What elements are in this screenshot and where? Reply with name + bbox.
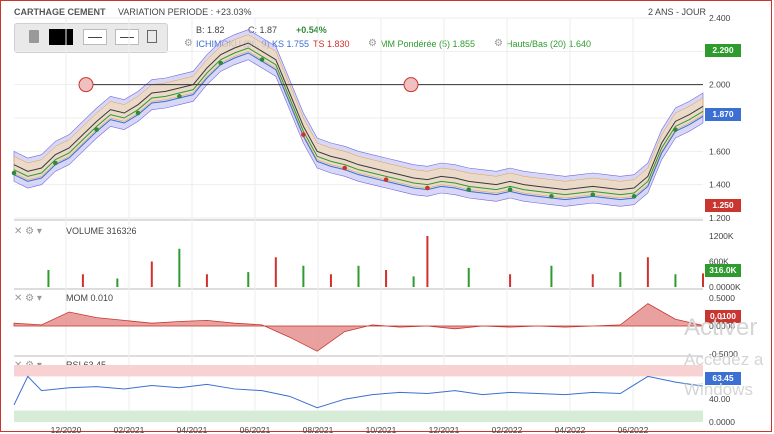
volume-bar: [702, 273, 704, 287]
signal-dot: [507, 187, 513, 192]
x-tick-label: 04/2022: [555, 425, 586, 434]
signal-dot: [673, 127, 678, 132]
chart-svg[interactable]: 12/2020 02/2021 04/2021 06/2021 08/2021 10/20…: [0, 0, 774, 434]
rsi-overbought-zone: [14, 365, 703, 377]
line-handle-right: [403, 77, 419, 93]
x-tick-label: 06/2022: [618, 425, 649, 434]
volume-bar: [646, 257, 649, 287]
rsi-tick-label: 0.0000: [709, 417, 735, 427]
x-tick-label: 10/2021: [366, 425, 397, 434]
volume-bar: [385, 270, 388, 287]
volume-bar: [81, 274, 84, 287]
x-tick-label: 06/2021: [240, 425, 271, 434]
volume-bar: [619, 272, 622, 287]
last-price-badge: 1.870: [705, 108, 741, 121]
volume-bar: [550, 265, 553, 287]
price-tick-label: 1.400: [709, 180, 731, 190]
volume-bar: [178, 248, 181, 287]
low-price-badge: 1.250: [705, 199, 741, 212]
x-tick-label: 08/2021: [303, 425, 334, 434]
watermark-line2: Accédez a: [684, 350, 764, 369]
x-tick-label: 12/2020: [51, 425, 82, 434]
volume-bar: [150, 261, 153, 287]
signal-dot: [549, 194, 554, 199]
signal-dot: [590, 192, 596, 197]
signal-dot: [425, 185, 430, 191]
volume-bar: [412, 276, 415, 287]
volume-bar: [674, 274, 677, 287]
volume-bar: [247, 272, 250, 287]
signal-dot: [11, 170, 17, 176]
line-handle-left: [78, 77, 94, 93]
signal-dot: [466, 187, 472, 192]
signal-dot: [259, 57, 265, 62]
mom-tick-label: 0.5000: [709, 293, 735, 303]
high-price-badge: 2.290: [705, 44, 741, 57]
volume-badge: 316.0K: [705, 264, 741, 277]
x-tick-label: 02/2021: [114, 425, 145, 434]
price-tick-label: 2.000: [709, 80, 731, 90]
signal-dot: [631, 194, 637, 199]
signal-dot: [94, 127, 99, 132]
volume-bar: [329, 274, 332, 287]
volume-bar: [116, 278, 119, 287]
price-tick-label: 2.400: [709, 13, 731, 23]
volume-bar: [274, 257, 277, 287]
watermark-line1: Activer: [684, 314, 758, 341]
volume-bar: [467, 267, 470, 287]
x-tick-label: 12/2021: [429, 425, 460, 434]
signal-dot: [383, 177, 389, 182]
price-tick-label: 1.600: [709, 146, 731, 156]
signal-dot: [135, 110, 141, 116]
volume-bar: [302, 265, 305, 287]
signal-dot: [342, 165, 348, 171]
rsi-line: [13, 375, 704, 409]
volume-bar: [509, 274, 512, 287]
volume-bar: [591, 274, 594, 287]
watermark-line3: Windows: [684, 380, 753, 399]
volume-tick-label: 1200K: [709, 231, 734, 241]
volume-bar: [47, 270, 50, 287]
mom-area: [13, 303, 704, 352]
volume-bar: [357, 265, 360, 287]
rsi-oversold-zone: [14, 410, 703, 422]
x-tick-label: 04/2021: [177, 425, 208, 434]
volume-bar: [205, 274, 208, 287]
signal-dot: [218, 60, 223, 66]
price-tick-label: 1.200: [709, 213, 731, 223]
signal-dot: [301, 132, 306, 137]
volume-bar: [426, 236, 429, 287]
signal-dot: [53, 160, 58, 166]
volume-tick-label: 0.0000K: [709, 282, 741, 292]
x-tick-label: 02/2022: [492, 425, 523, 434]
signal-dot: [177, 94, 182, 99]
